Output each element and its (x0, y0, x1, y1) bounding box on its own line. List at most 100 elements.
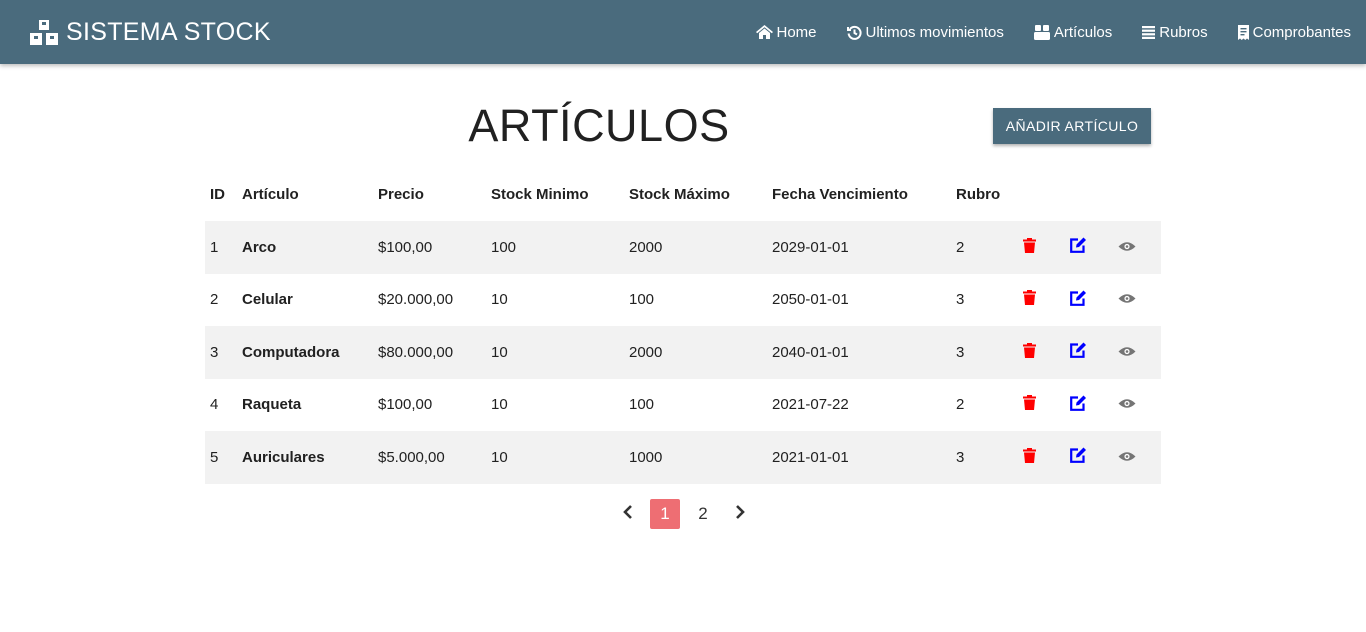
view-button[interactable] (1118, 344, 1136, 361)
cell-article: Auriculares (242, 448, 325, 466)
delete-button[interactable] (1023, 447, 1036, 467)
table-row: 4 Raqueta $100,00 10 100 2021-07-22 2 (205, 379, 1161, 432)
brand[interactable]: SISTEMA STOCK (30, 0, 271, 64)
header-stock-max: Stock Máximo (629, 186, 730, 203)
delete-button[interactable] (1023, 237, 1036, 257)
cell-price: $5.000,00 (378, 448, 445, 466)
cell-price: $100,00 (378, 396, 433, 414)
edit-button[interactable] (1070, 395, 1087, 415)
cell-id: 3 (210, 343, 219, 361)
cell-stock-max: 2000 (629, 343, 663, 361)
header-price: Precio (378, 186, 424, 203)
trash-icon (1023, 395, 1036, 414)
cell-article: Celular (242, 291, 293, 309)
next-page-button[interactable] (726, 499, 754, 529)
chevron-left-icon (623, 504, 633, 525)
header-category: Rubro (956, 186, 1001, 203)
table-row: 5 Auriculares $5.000,00 10 1000 2021-01-01 3 (205, 431, 1161, 484)
cell-stock-max: 100 (629, 396, 655, 414)
table-row: 1 Arco $100,00 100 2000 2029-01-01 2 (205, 221, 1161, 274)
edit-icon (1070, 395, 1087, 415)
boxes-icon (30, 19, 58, 45)
nav-categories-label: Rubros (1159, 23, 1208, 41)
table-row: 2 Celular $20.000,00 10 100 2050-01-01 3 (205, 274, 1161, 327)
page-1-button[interactable]: 1 (650, 499, 680, 529)
trash-icon (1023, 237, 1036, 257)
cell-expiry: 2029-01-01 (772, 238, 849, 256)
view-button[interactable] (1118, 239, 1136, 256)
nav-receipts[interactable]: Comprobantes (1223, 0, 1351, 64)
cell-stock-max: 100 (629, 291, 655, 309)
nav-categories[interactable]: Rubros (1127, 0, 1222, 64)
cell-expiry: 2021-01-01 (772, 448, 849, 466)
nav-movements[interactable]: Ultimos movimientos (832, 0, 1019, 64)
delete-button[interactable] (1023, 342, 1036, 362)
nav-articles[interactable]: Artículos (1019, 0, 1127, 64)
nav-home[interactable]: Home (741, 0, 832, 64)
view-button[interactable] (1118, 291, 1136, 308)
cell-stock-max: 2000 (629, 238, 663, 256)
cell-article: Raqueta (242, 396, 302, 414)
pagination: 1 2 (614, 499, 754, 529)
add-article-button[interactable]: AÑADIR ARTÍCULO (993, 108, 1151, 144)
cell-id: 1 (210, 238, 219, 256)
nav-movements-label: Ultimos movimientos (865, 23, 1004, 41)
cubes-icon (1033, 24, 1050, 40)
trash-icon (1023, 447, 1036, 467)
edit-icon (1070, 290, 1087, 310)
edit-button[interactable] (1070, 447, 1087, 467)
view-button[interactable] (1118, 449, 1136, 466)
eye-icon (1118, 291, 1136, 308)
cell-stock-max: 1000 (629, 448, 663, 466)
cell-expiry: 2021-07-22 (772, 396, 849, 414)
view-button[interactable] (1118, 396, 1136, 413)
receipt-icon (1237, 24, 1249, 40)
page-title: ARTÍCULOS (468, 100, 730, 151)
articles-table: ID Artículo Precio Stock Minimo Stock Má… (205, 168, 1161, 484)
cell-category: 3 (956, 448, 965, 466)
table-header-row: ID Artículo Precio Stock Minimo Stock Má… (205, 168, 1161, 221)
cell-expiry: 2040-01-01 (772, 343, 849, 361)
eye-icon (1118, 449, 1136, 466)
eye-icon (1118, 344, 1136, 361)
home-icon (755, 25, 773, 39)
nav-articles-label: Artículos (1053, 23, 1113, 41)
cell-stock-min: 100 (491, 238, 517, 256)
edit-button[interactable] (1070, 342, 1087, 362)
nav-links: Home Ultimos movimientos Artículos Rubro… (741, 0, 1351, 64)
cell-category: 3 (956, 343, 965, 361)
table-body: 1 Arco $100,00 100 2000 2029-01-01 2 2 Celular $2… (205, 221, 1161, 484)
trash-icon (1023, 290, 1036, 309)
prev-page-button[interactable] (614, 499, 642, 529)
delete-button[interactable] (1023, 290, 1036, 309)
cell-category: 2 (956, 238, 965, 256)
page-2-button[interactable]: 2 (688, 499, 718, 529)
cell-article: Computadora (242, 343, 340, 361)
cell-id: 5 (210, 448, 219, 466)
navbar: SISTEMA STOCK Home Ultimos movimientos A… (0, 0, 1366, 64)
history-icon (846, 25, 862, 40)
edit-icon (1070, 237, 1087, 257)
edit-icon (1070, 447, 1087, 467)
cell-stock-min: 10 (491, 396, 508, 414)
cell-price: $100,00 (378, 238, 433, 256)
delete-button[interactable] (1023, 395, 1036, 414)
edit-button[interactable] (1070, 290, 1087, 310)
brand-title: SISTEMA STOCK (66, 17, 271, 46)
edit-icon (1070, 342, 1087, 362)
table-row: 3 Computadora $80.000,00 10 2000 2040-01-01 3 (205, 326, 1161, 379)
list-icon (1142, 25, 1156, 39)
trash-icon (1023, 342, 1036, 362)
cell-price: $80.000,00 (378, 343, 454, 361)
header-expiry: Fecha Vencimiento (772, 186, 908, 203)
cell-id: 4 (210, 396, 219, 414)
cell-stock-min: 10 (491, 448, 508, 466)
header-stock-min: Stock Minimo (491, 186, 589, 203)
cell-price: $20.000,00 (378, 291, 454, 309)
nav-receipts-label: Comprobantes (1252, 23, 1351, 41)
header-article: Artículo (242, 186, 299, 203)
header-id: ID (210, 186, 225, 203)
edit-button[interactable] (1070, 237, 1087, 257)
cell-expiry: 2050-01-01 (772, 291, 849, 309)
eye-icon (1118, 239, 1136, 256)
